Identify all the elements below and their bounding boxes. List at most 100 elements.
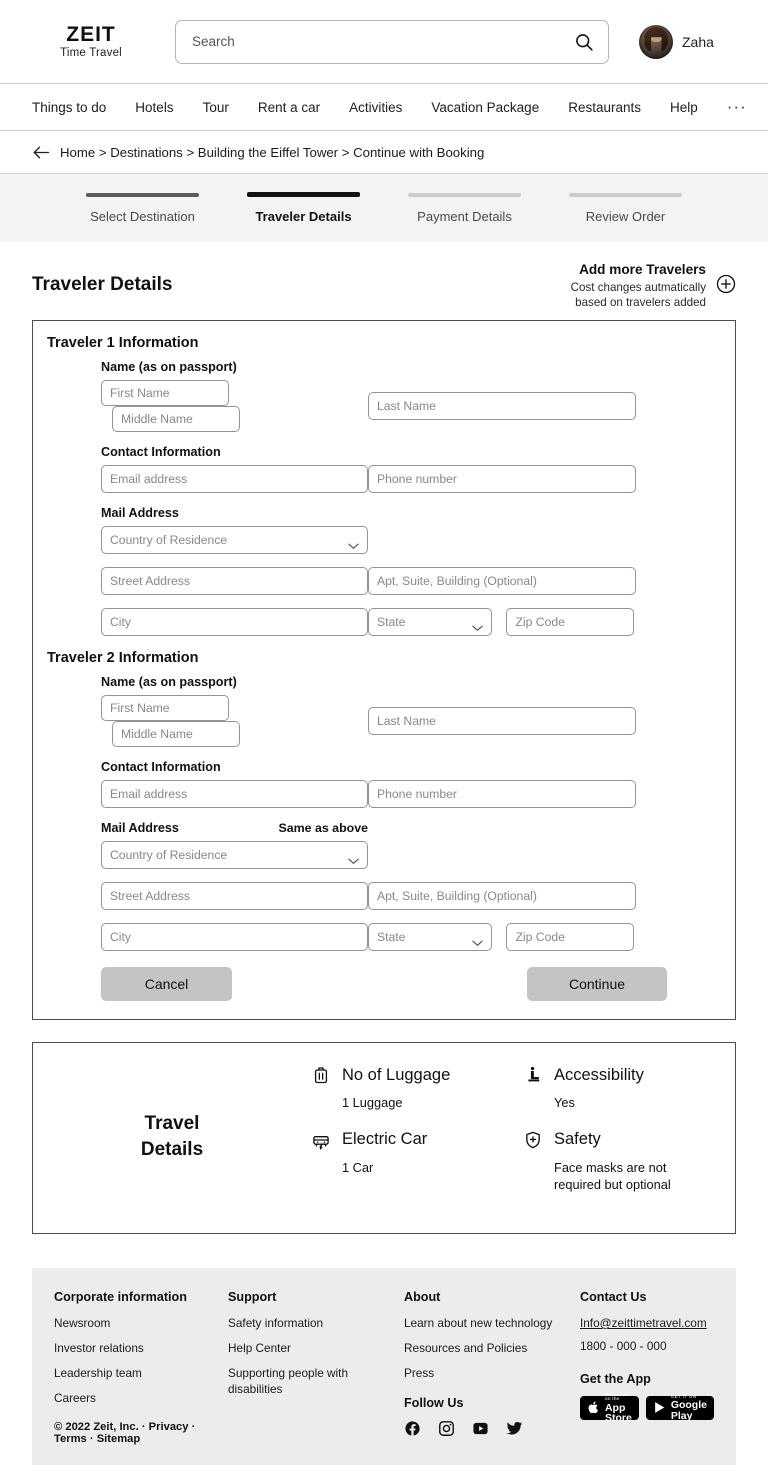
name-label: Name (as on passport) bbox=[101, 675, 237, 690]
traveler-1-name-group: Name (as on passport) bbox=[33, 360, 735, 374]
last-name-input-1[interactable] bbox=[368, 392, 636, 421]
apt-input-1[interactable] bbox=[368, 567, 636, 596]
google-play-badge[interactable]: GET IT ON Google Play bbox=[645, 1394, 714, 1421]
country-select-wrap-2[interactable] bbox=[101, 841, 368, 870]
cancel-button[interactable]: Cancel bbox=[101, 967, 232, 1002]
apple-logo-icon bbox=[587, 1401, 600, 1416]
search-icon[interactable] bbox=[574, 32, 594, 52]
last-name-input-2[interactable] bbox=[368, 707, 636, 736]
footer-link-investor-relations[interactable]: Investor relations bbox=[54, 1341, 228, 1357]
travel-details-title-line2: Details bbox=[140, 1138, 204, 1160]
detail-safety: Safety Face masks are not required but o… bbox=[523, 1130, 735, 1194]
traveler-2-street-row bbox=[33, 882, 735, 911]
add-more-travelers[interactable]: Add more Travelers Cost changes autmatic… bbox=[571, 260, 736, 310]
country-select-1[interactable] bbox=[101, 526, 368, 555]
footer-contact-column: Contact Us Info@zeittimetravel.com 1800 … bbox=[579, 1290, 714, 1445]
user-menu[interactable]: Zaha bbox=[639, 24, 714, 59]
country-select-2[interactable] bbox=[101, 841, 368, 870]
city-left bbox=[33, 923, 368, 952]
middle-name-input-2[interactable] bbox=[112, 721, 240, 748]
add-travelers-title: Add more Travelers bbox=[579, 262, 706, 277]
footer-corporate-column: Corporate information Newsroom Investor … bbox=[54, 1290, 228, 1445]
breadcrumb-text[interactable]: Home > Destinations > Building the Eiffe… bbox=[60, 145, 484, 160]
footer-link-safety-information[interactable]: Safety information bbox=[228, 1316, 404, 1332]
step-payment-details[interactable]: Payment Details bbox=[384, 192, 545, 224]
form-actions: Cancel Continue bbox=[33, 967, 735, 1002]
footer-link-press[interactable]: Press bbox=[404, 1366, 580, 1382]
app-store-badge[interactable]: Download on the App Store bbox=[579, 1391, 639, 1423]
instagram-icon[interactable] bbox=[438, 1420, 455, 1437]
nav-item-help[interactable]: Help bbox=[670, 100, 698, 115]
plus-circle-icon[interactable] bbox=[716, 274, 736, 294]
footer-link-newsroom[interactable]: Newsroom bbox=[54, 1316, 228, 1332]
footer-contact-email[interactable]: Info@zeittimetravel.com bbox=[580, 1316, 714, 1330]
email-input-2[interactable] bbox=[101, 780, 368, 809]
footer-link-learn-new-technology[interactable]: Learn about new technology bbox=[404, 1316, 580, 1332]
footer-heading-contact-us: Contact Us bbox=[579, 1290, 647, 1305]
email-input-1[interactable] bbox=[101, 465, 368, 494]
search-bar[interactable] bbox=[175, 19, 609, 64]
footer-copyright[interactable]: © 2022 Zeit, Inc. · Privacy · Terms · Si… bbox=[54, 1421, 228, 1445]
detail-value: Yes bbox=[554, 1095, 575, 1111]
traveler-1-mail-group: Mail Address bbox=[33, 506, 735, 520]
facebook-icon[interactable] bbox=[404, 1420, 421, 1437]
zip-input-2[interactable] bbox=[506, 923, 635, 952]
detail-electric-car: Electric Car 1 Car bbox=[311, 1130, 523, 1176]
twitter-icon[interactable] bbox=[506, 1420, 523, 1437]
mail-address-label: Mail Address bbox=[101, 821, 179, 836]
state-select-wrap-1[interactable] bbox=[368, 608, 492, 637]
state-select-wrap-2[interactable] bbox=[368, 923, 492, 952]
nav-item-things-to-do[interactable]: Things to do bbox=[32, 100, 106, 115]
back-arrow-icon[interactable] bbox=[32, 145, 50, 160]
app-store-badge-small: Download on the bbox=[604, 1391, 628, 1402]
avatar[interactable] bbox=[639, 24, 673, 59]
state-select-1[interactable] bbox=[368, 608, 492, 637]
nav-item-rent-a-car[interactable]: Rent a car bbox=[258, 100, 320, 115]
first-name-input-2[interactable] bbox=[101, 695, 229, 722]
nav-item-activities[interactable]: Activities bbox=[349, 100, 402, 115]
step-review-order[interactable]: Review Order bbox=[545, 192, 706, 224]
same-as-above-toggle[interactable]: Same as above bbox=[278, 821, 368, 835]
footer-link-leadership-team[interactable]: Leadership team bbox=[54, 1366, 228, 1382]
step-select-destination[interactable]: Select Destination bbox=[62, 192, 223, 224]
name-right bbox=[368, 392, 735, 421]
country-left bbox=[33, 526, 368, 555]
country-select-wrap-1[interactable] bbox=[101, 526, 368, 555]
footer-heading-follow-us: Follow Us bbox=[403, 1395, 464, 1410]
street-address-input-2[interactable] bbox=[101, 882, 368, 911]
travel-details-title: Travel Details bbox=[33, 1065, 311, 1162]
footer-link-supporting-disabilities[interactable]: Supporting people with disabilities bbox=[228, 1366, 353, 1398]
footer-link-help-center[interactable]: Help Center bbox=[228, 1341, 404, 1357]
step-traveler-details[interactable]: Traveler Details bbox=[223, 192, 384, 224]
continue-button[interactable]: Continue bbox=[527, 967, 667, 1002]
nav-item-vacation-package[interactable]: Vacation Package bbox=[431, 100, 539, 115]
contact-right bbox=[368, 780, 735, 809]
phone-input-2[interactable] bbox=[368, 780, 636, 809]
step-label: Payment Details bbox=[417, 208, 512, 224]
nav-overflow-icon[interactable]: ··· bbox=[727, 98, 747, 114]
apt-input-2[interactable] bbox=[368, 882, 636, 911]
travel-details-col-1: No of Luggage 1 Luggage Electric Car 1 C… bbox=[311, 1065, 523, 1194]
city-input-1[interactable] bbox=[101, 608, 368, 637]
first-name-input-1[interactable] bbox=[101, 380, 229, 407]
contact-label: Contact Information bbox=[101, 760, 221, 775]
detail-head: No of Luggage bbox=[311, 1065, 523, 1085]
phone-input-1[interactable] bbox=[368, 465, 636, 494]
step-bar bbox=[408, 192, 521, 197]
street-address-input-1[interactable] bbox=[101, 567, 368, 596]
nav-item-restaurants[interactable]: Restaurants bbox=[568, 100, 641, 115]
nav-item-tour[interactable]: Tour bbox=[203, 100, 229, 115]
middle-name-input-1[interactable] bbox=[112, 406, 240, 433]
step-bar bbox=[86, 192, 199, 197]
logo[interactable]: ZEIT Time Travel bbox=[32, 23, 150, 59]
youtube-icon[interactable] bbox=[472, 1420, 489, 1437]
footer-link-resources-policies[interactable]: Resources and Policies bbox=[404, 1341, 580, 1357]
nav-item-hotels[interactable]: Hotels bbox=[135, 100, 173, 115]
city-input-2[interactable] bbox=[101, 923, 368, 952]
zip-input-1[interactable] bbox=[506, 608, 635, 637]
state-select-2[interactable] bbox=[368, 923, 492, 952]
detail-luggage: No of Luggage 1 Luggage bbox=[311, 1065, 523, 1111]
street-left bbox=[33, 882, 368, 911]
search-input[interactable] bbox=[192, 34, 574, 49]
footer-link-careers[interactable]: Careers bbox=[54, 1391, 228, 1407]
